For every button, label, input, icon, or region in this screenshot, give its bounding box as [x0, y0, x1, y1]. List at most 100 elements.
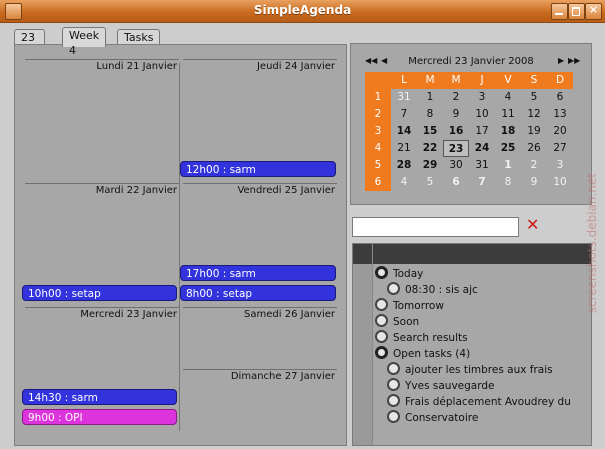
calendar-day[interactable]: 18 [495, 123, 521, 140]
calendar-day[interactable]: 19 [521, 123, 547, 140]
weekday-label: M [417, 72, 443, 89]
window-title: SimpleAgenda [253, 3, 352, 17]
radio-icon [387, 282, 400, 295]
calendar-day[interactable]: 26 [521, 140, 547, 157]
tree-item-label: Search results [393, 332, 468, 344]
calendar-day[interactable]: 8 [417, 106, 443, 123]
calendar-day[interactable]: 9 [521, 174, 547, 191]
weekday-label: M [443, 72, 469, 89]
calendar-corner [365, 72, 391, 89]
tree-item-label: Yves sauvegarde [405, 380, 495, 392]
week-number[interactable]: 4 [365, 140, 391, 157]
right-panel: ◀◀ ◀ Mercredi 23 Janvier 2008 ▶ ▶▶ LMMJV… [350, 43, 595, 446]
search-input[interactable] [352, 217, 519, 237]
week-view: Lundi 21 Janvier Mardi 22 Janvier 10h00 … [14, 44, 347, 446]
tree-item[interactable]: Frais déplacement Avoudrey du [387, 394, 571, 410]
tree-gutter [353, 264, 373, 445]
calendar-day[interactable]: 14 [391, 123, 417, 140]
search-field[interactable] [355, 219, 519, 235]
prev-month-button[interactable]: ◀ [381, 56, 387, 65]
tree-item[interactable]: Today [375, 266, 423, 282]
calendar-day[interactable]: 27 [547, 140, 573, 157]
calendar-day[interactable]: 15 [417, 123, 443, 140]
calendar-day[interactable]: 20 [547, 123, 573, 140]
calendar-day[interactable]: 31 [391, 89, 417, 106]
week-number[interactable]: 6 [365, 174, 391, 191]
tree-item[interactable]: Search results [375, 330, 468, 346]
calendar-day[interactable]: 5 [417, 174, 443, 191]
tree-item[interactable]: Soon [375, 314, 419, 330]
calendar-day[interactable]: 30 [443, 157, 469, 174]
calendar-day[interactable]: 6 [547, 89, 573, 106]
calendar-day[interactable]: 3 [547, 157, 573, 174]
calendar-day[interactable]: 2 [521, 157, 547, 174]
calendar-day[interactable]: 3 [469, 89, 495, 106]
event-wednesday-2[interactable]: 9h00 : OPI [22, 409, 177, 425]
tree-item-label: 08:30 : sis ajc [405, 284, 478, 296]
tree-item[interactable]: ajouter les timbres aux frais [387, 362, 553, 378]
calendar-day[interactable]: 25 [495, 140, 521, 157]
calendar-day[interactable]: 4 [495, 89, 521, 106]
calendar-day[interactable]: 31 [469, 157, 495, 174]
next-year-button[interactable]: ▶▶ [568, 56, 580, 65]
calendar-day[interactable]: 10 [469, 106, 495, 123]
event-friday-1[interactable]: 17h00 : sarm [180, 265, 336, 281]
calendar-day[interactable]: 7 [391, 106, 417, 123]
tree-item[interactable]: Conservatoire [387, 410, 478, 426]
tree-item-label: Tomorrow [393, 300, 444, 312]
calendar-day[interactable]: 4 [391, 174, 417, 191]
minimize-icon[interactable] [551, 3, 568, 20]
calendar-day[interactable]: 1 [417, 89, 443, 106]
day-header-sunday: Dimanche 27 Janvier [183, 369, 337, 382]
event-friday-2[interactable]: 8h00 : setap [180, 285, 336, 301]
calendar-day[interactable]: 28 [391, 157, 417, 174]
calendar-day[interactable]: 6 [443, 174, 469, 191]
radio-icon [375, 298, 388, 311]
week-number[interactable]: 3 [365, 123, 391, 140]
weekday-label: L [391, 72, 417, 89]
calendar-day[interactable]: 11 [495, 106, 521, 123]
clear-search-icon[interactable]: ✕ [526, 216, 539, 234]
tree-item[interactable]: Tomorrow [375, 298, 444, 314]
event-tuesday-1[interactable]: 10h00 : setap [22, 285, 177, 301]
next-month-button[interactable]: ▶ [558, 56, 564, 65]
calendar-day[interactable]: 2 [443, 89, 469, 106]
calendar-day[interactable]: 8 [495, 174, 521, 191]
tree-item[interactable]: Open tasks (4) [375, 346, 470, 362]
calendar-day[interactable]: 10 [547, 174, 573, 191]
tab-week[interactable]: Week 4 [62, 27, 107, 57]
calendar-day[interactable]: 22 [417, 140, 443, 157]
prev-year-button[interactable]: ◀◀ [365, 56, 377, 65]
calendar-day[interactable]: 24 [469, 140, 495, 157]
radio-icon [387, 394, 400, 407]
week-number[interactable]: 5 [365, 157, 391, 174]
calendar-header: ◀◀ ◀ Mercredi 23 Janvier 2008 ▶ ▶▶ [365, 56, 580, 70]
weekday-label: D [547, 72, 573, 89]
calendar-day[interactable]: 5 [521, 89, 547, 106]
close-icon[interactable]: × [585, 3, 602, 20]
calendar-day[interactable]: 12 [521, 106, 547, 123]
calendar-day[interactable]: 23 [443, 140, 469, 157]
week-number[interactable]: 1 [365, 89, 391, 106]
tree-item-label: Today [393, 268, 424, 280]
tree-item[interactable]: Yves sauvegarde [387, 378, 495, 394]
tree-item[interactable]: 08:30 : sis ajc [387, 282, 478, 298]
radio-icon [387, 362, 400, 375]
tree-item-label: Open tasks (4) [393, 348, 471, 360]
event-wednesday-1[interactable]: 14h30 : sarm [22, 389, 177, 405]
calendar-day[interactable]: 13 [547, 106, 573, 123]
event-thursday-1[interactable]: 12h00 : sarm [180, 161, 336, 177]
day-header-tuesday: Mardi 22 Janvier [25, 183, 179, 196]
calendar-day[interactable]: 7 [469, 174, 495, 191]
calendar-day[interactable]: 1 [495, 157, 521, 174]
calendar-day[interactable]: 16 [443, 123, 469, 140]
weekday-label: J [469, 72, 495, 89]
week-number[interactable]: 2 [365, 106, 391, 123]
calendar-day[interactable]: 29 [417, 157, 443, 174]
calendar-day[interactable]: 17 [469, 123, 495, 140]
calendar-day[interactable]: 21 [391, 140, 417, 157]
window-menu-icon[interactable] [5, 3, 22, 20]
day-header-saturday: Samedi 26 Janvier [183, 307, 337, 320]
maximize-icon[interactable] [568, 3, 585, 20]
calendar-day[interactable]: 9 [443, 106, 469, 123]
